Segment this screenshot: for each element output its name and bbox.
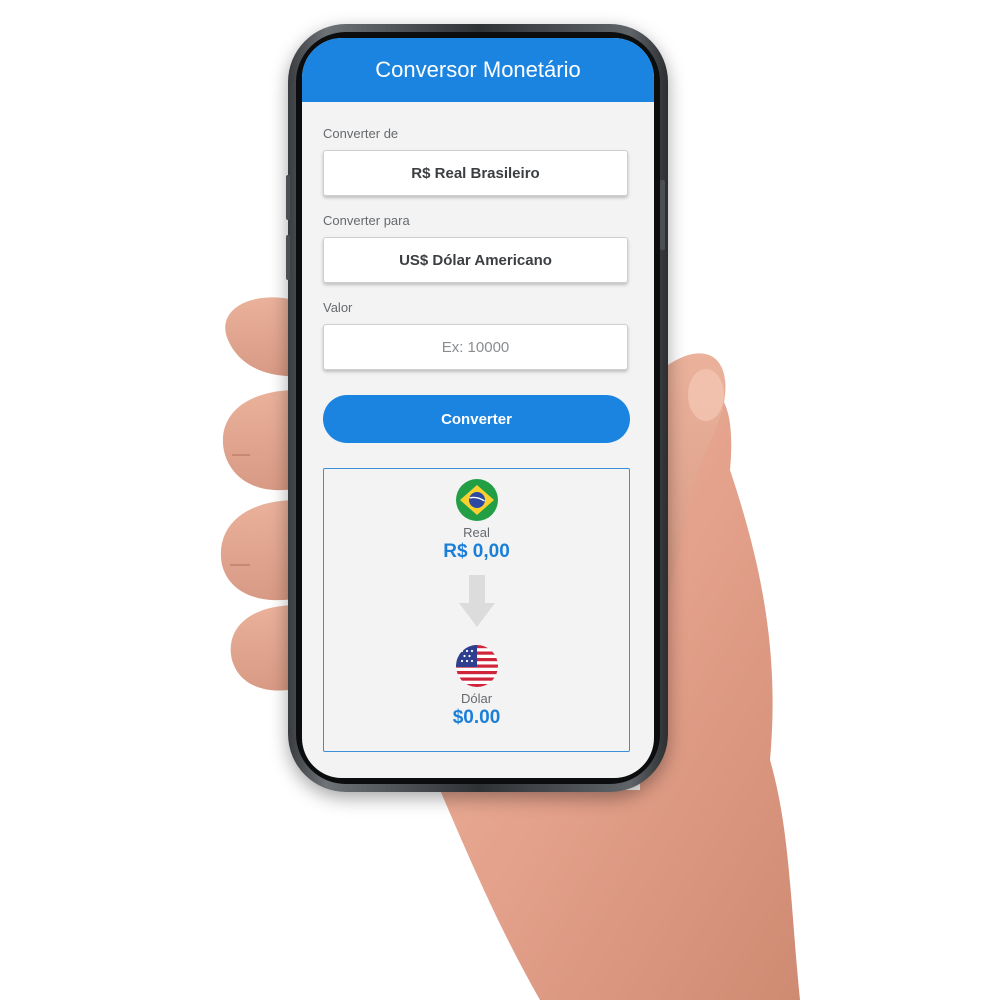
phone-side-button [660, 180, 665, 250]
app-header: Conversor Monetário [302, 38, 654, 102]
phone-screen: Conversor Monetário Converter de R$ Real… [302, 38, 654, 778]
to-amount: $0.00 [452, 707, 501, 728]
to-currency-select[interactable]: US$ Dólar Americano [323, 237, 628, 283]
amount-input[interactable]: Ex: 10000 [323, 324, 628, 370]
amount-placeholder: Ex: 10000 [441, 338, 510, 356]
arrow-down-icon [458, 575, 495, 627]
converter-form: Converter de R$ Real Brasileiro Converte… [302, 102, 654, 752]
to-currency-name: Dólar [460, 691, 493, 706]
result-panel: Real R$ 0,00 Dólar $0.00 [323, 468, 630, 752]
to-currency-value: US$ Dólar Americano [399, 251, 552, 269]
from-currency-name: Real [463, 525, 490, 540]
from-currency-select[interactable]: R$ Real Brasileiro [323, 150, 628, 196]
app-title: Conversor Monetário [375, 57, 581, 82]
phone-volume-button [286, 175, 290, 220]
convert-button[interactable]: Converter [323, 395, 630, 443]
amount-label: Valor [323, 300, 353, 315]
brazil-flag-icon [455, 479, 498, 521]
to-label: Converter para [323, 213, 410, 228]
usa-flag-icon [455, 645, 498, 687]
photo-scene: Conversor Monetário Converter de R$ Real… [0, 0, 1000, 1000]
phone-volume-button [286, 235, 290, 280]
from-label: Converter de [323, 126, 399, 141]
from-amount: R$ 0,00 [443, 541, 510, 562]
convert-button-label: Converter [441, 410, 512, 428]
from-currency-value: R$ Real Brasileiro [411, 164, 540, 182]
